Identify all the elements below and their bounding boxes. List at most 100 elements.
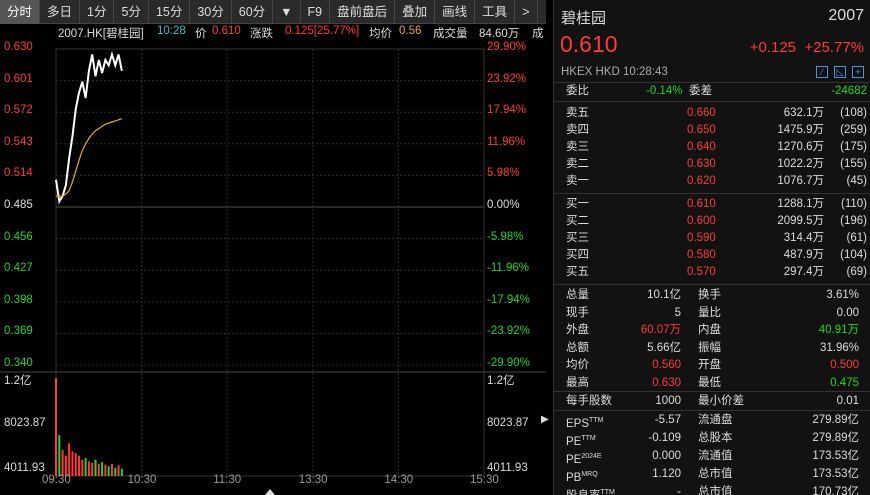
stat-label: 现手 (566, 306, 589, 319)
level-count: (45) (846, 175, 867, 187)
quote-panel: 碧桂园 2007 0.610 +0.125 +25.77% HKEX HKD 1… (553, 0, 870, 495)
order-book-row[interactable]: 卖四 0.650 1475.9万 (259) (554, 122, 870, 139)
stat-value: 0.630 (652, 376, 681, 389)
draw-icon[interactable]: ⁄ (816, 66, 828, 78)
volume-bar (107, 466, 110, 476)
toolbar-item-9[interactable]: 盘前盘后 (330, 0, 396, 24)
toolbar-item-1[interactable]: 多日 (40, 0, 81, 24)
order-book-row[interactable]: 卖五 0.660 632.1万 (108) (554, 105, 870, 122)
level-price: 0.660 (687, 107, 716, 119)
order-book-row[interactable]: 卖三 0.640 1270.6万 (175) (554, 139, 870, 156)
fund-label: 股息率TTM (566, 484, 615, 495)
order-book-row[interactable]: 卖一 0.620 1076.7万 (45) (554, 173, 870, 190)
toolbar-item-7[interactable]: ▼ (273, 0, 301, 24)
stat-value: 0.560 (652, 359, 681, 371)
volume-axis-tick-right: 4011.93 (487, 462, 528, 474)
stat-value: 3.61% (826, 289, 859, 301)
collapse-arrow-icon[interactable]: ▶ (541, 414, 549, 425)
left-axis-tick: 0.340 (4, 357, 33, 369)
toolbar-item-6[interactable]: 60分 (232, 0, 274, 24)
toolbar-item-11[interactable]: 画线 (435, 0, 476, 24)
change-percent: +25.77% (804, 39, 864, 56)
order-book-row[interactable]: 买一 0.610 1288.1万 (110) (554, 196, 870, 213)
stat-row: 总量 10.1亿 换手 3.61% (554, 287, 870, 304)
order-book-row[interactable]: 卖二 0.630 1022.2万 (155) (554, 156, 870, 173)
intraday-chart[interactable]: 2007.HK[碧桂园] 10:28 价 0.610 涨跌 0.125[25.7… (0, 24, 546, 495)
info-price-label: 价 (195, 28, 207, 40)
toolbar-item-13[interactable]: > (515, 0, 538, 24)
time-axis-tick: 10:30 (127, 474, 157, 486)
divider (554, 193, 870, 194)
fundamental-row: PBMRQ 1.120 总市值 173.53亿 (554, 466, 870, 484)
left-axis-tick: 0.630 (4, 41, 33, 53)
fund-label-sup: TTM (600, 489, 615, 495)
divider (554, 410, 870, 411)
order-book-row[interactable]: 买五 0.570 297.4万 (69) (554, 264, 870, 281)
order-book-row[interactable]: 买四 0.580 487.9万 (104) (554, 247, 870, 264)
info-chg: 0.125[25.77%] (285, 25, 360, 37)
info-chg-label: 涨跌 (250, 28, 273, 40)
stat-label: 最高 (566, 376, 589, 389)
order-diff-label: 委差 (689, 85, 712, 97)
level-count: (69) (846, 266, 867, 278)
fund-value: -0.109 (648, 432, 681, 444)
level-volume: 487.9万 (783, 249, 824, 261)
level-label: 卖二 (566, 158, 589, 170)
level-price: 0.600 (687, 215, 716, 227)
level-label: 买一 (566, 198, 589, 210)
fund-label-2: 流通盘 (698, 414, 733, 426)
scroll-marker-icon (265, 489, 275, 495)
time-axis-tick: 11:30 (213, 474, 242, 486)
volume-bar (94, 459, 97, 476)
left-axis-tick: 0.601 (4, 72, 33, 85)
fundamental-row: 股息率TTM - 总市值 170.73亿 (554, 484, 870, 495)
toolbar-item-0[interactable]: 分时 (0, 0, 41, 24)
expand-icon[interactable]: + (852, 66, 864, 78)
lot-label: 每手股数 (566, 395, 612, 407)
level-count: (110) (841, 198, 867, 210)
stat-value: 5.66亿 (647, 341, 681, 354)
tick-label: 最小价差 (698, 395, 744, 407)
fund-label-text: PE (566, 453, 582, 466)
fund-label-text: EPS (566, 417, 590, 430)
level-label: 卖一 (566, 175, 589, 187)
order-book-row[interactable]: 买三 0.590 314.4万 (61) (554, 230, 870, 247)
fund-value: 1.120 (652, 468, 681, 480)
toolbar-item-8[interactable]: F9 (301, 0, 331, 24)
chart-icon[interactable]: ◺ (834, 66, 846, 78)
time-axis-tick: 14:30 (384, 474, 414, 486)
level-count: (259) (840, 124, 867, 136)
order-diff-value: -24682 (831, 85, 867, 97)
toolbar-item-4[interactable]: 15分 (149, 0, 191, 24)
fund-value: -5.57 (654, 414, 681, 426)
level-volume: 1475.9万 (777, 124, 824, 136)
toolbar-item-2[interactable]: 1分 (80, 0, 115, 24)
level-volume: 2099.5万 (777, 215, 824, 227)
fundamental-row: EPSTTM -5.57 流通盘 279.89亿 (554, 412, 870, 430)
toolbar-item-3[interactable]: 5分 (114, 0, 149, 24)
divider (554, 284, 870, 285)
stock-code: 2007 (828, 7, 864, 24)
price-line (55, 50, 123, 205)
left-axis-tick: 0.485 (4, 199, 33, 211)
stat-row: 总额 5.66亿 振幅 31.96% (554, 340, 870, 357)
volume-bar (81, 459, 84, 476)
volume-bar (64, 455, 67, 476)
toolbar-item-5[interactable]: 30分 (190, 0, 232, 24)
stat-value: 0.00 (836, 306, 859, 319)
fund-label-sup: MRQ (581, 471, 598, 478)
fund-label-text: PB (566, 471, 582, 484)
stat-row: 外盘 60.07万 内盘 40.91万 (554, 322, 870, 339)
volume-bar (78, 455, 81, 476)
stat-row: 最高 0.630 最低 0.475 (554, 375, 870, 392)
toolbar-item-12[interactable]: 工具 (475, 0, 516, 24)
order-book-row[interactable]: 买二 0.600 2099.5万 (196) (554, 213, 870, 230)
fund-value-2: 279.89亿 (812, 414, 859, 426)
chart-info-bar: 2007.HK[碧桂园] 10:28 价 0.610 涨跌 0.125[25.7… (0, 25, 546, 41)
stat-label: 最低 (698, 376, 721, 389)
left-axis-tick: 0.572 (4, 104, 33, 117)
fund-value: 0.000 (652, 450, 681, 462)
last-price: 0.610 (560, 31, 618, 57)
info-more: 成 (532, 28, 544, 40)
toolbar-item-10[interactable]: 叠加 (395, 0, 436, 24)
